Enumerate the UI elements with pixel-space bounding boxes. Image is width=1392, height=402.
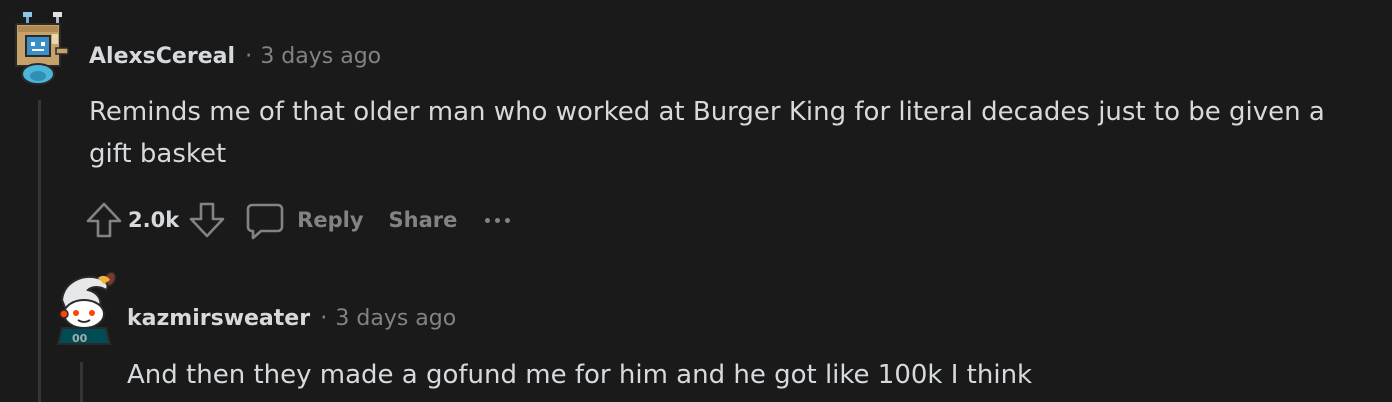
meta-separator: ·	[320, 305, 328, 331]
box-robot-avatar-icon[interactable]	[12, 12, 70, 86]
more-dots-icon[interactable]	[485, 210, 511, 230]
username-link[interactable]: kazmirsweater	[127, 306, 310, 331]
svg-text:00: 00	[72, 332, 88, 345]
timestamp-link[interactable]: 3 days ago	[335, 306, 456, 331]
snoo-eagles-avatar-icon[interactable]: 00	[52, 270, 118, 348]
comment-body: Reminds me of that older man who worked …	[89, 97, 1325, 169]
comment-meta: AlexsCereal · 3 days ago	[89, 43, 381, 69]
speech-bubble-icon	[245, 200, 285, 240]
username-link[interactable]: AlexsCereal	[89, 44, 235, 69]
thread-collapse-line[interactable]	[80, 362, 83, 402]
share-button[interactable]: Share	[389, 208, 458, 232]
timestamp-link[interactable]: 3 days ago	[260, 44, 381, 69]
meta-separator: ·	[245, 43, 253, 69]
comment-body: And then they made a gofund me for him a…	[127, 360, 1033, 390]
thread-collapse-line[interactable]	[38, 100, 41, 402]
comment-meta: kazmirsweater · 3 days ago	[127, 305, 456, 331]
reply-label: Reply	[297, 208, 364, 232]
downvote-arrow-icon[interactable]	[187, 200, 227, 240]
upvote-arrow-icon[interactable]	[84, 200, 124, 240]
reply-button[interactable]: Reply	[245, 200, 364, 240]
vote-count: 2.0k	[128, 208, 180, 232]
comment-thread: AlexsCereal · 3 days ago Reminds me of t…	[0, 0, 1392, 402]
comment-action-bar: 2.0k Reply Share	[84, 198, 511, 242]
